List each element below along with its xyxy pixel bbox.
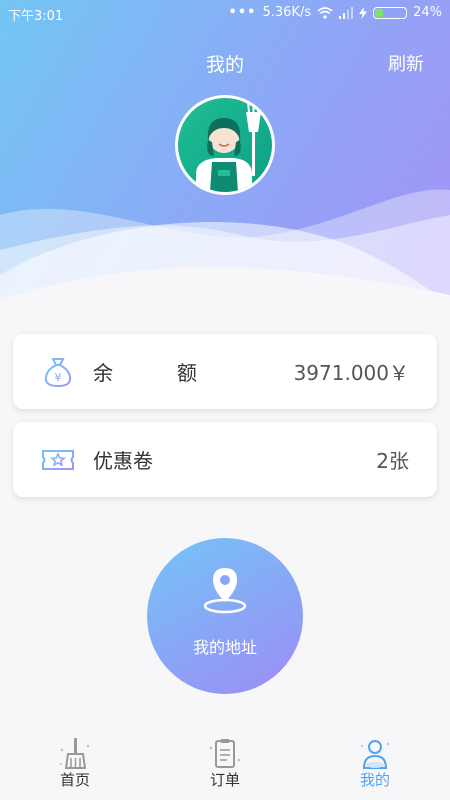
balance-label: 余 额 <box>93 361 219 385</box>
avatar[interactable] <box>175 95 275 195</box>
more-dots-icon: ••• <box>228 5 257 20</box>
bottom-tab-bar: 首页 订单 我的 <box>0 730 450 800</box>
location-pin-icon <box>203 568 247 614</box>
charging-icon <box>359 6 368 19</box>
battery-icon <box>373 6 408 19</box>
profile-header: 下午3:01 ••• 5.36K/s 24% 我的 刷新 <box>0 0 450 322</box>
wifi-icon <box>317 6 333 19</box>
signal-icon <box>339 6 354 19</box>
ticket-icon <box>42 449 74 470</box>
housekeeper-avatar-icon <box>196 101 261 192</box>
page-title: 我的 <box>205 54 244 76</box>
tab-home-label: 首页 <box>59 771 90 789</box>
refresh-button[interactable]: 刷新 <box>388 50 424 76</box>
coupon-value: 2张 <box>376 449 409 473</box>
balance-value: 3971.000￥ <box>293 361 409 385</box>
tab-home[interactable]: 首页 <box>0 730 150 800</box>
coupon-card[interactable]: 优惠卷 2张 <box>13 422 437 497</box>
network-speed: 5.36K/s <box>262 5 312 20</box>
battery-percent: 24% <box>413 5 442 20</box>
clipboard-icon <box>209 739 241 768</box>
coupon-label: 优惠卷 <box>93 449 153 473</box>
status-time: 下午3:01 <box>8 9 64 24</box>
tab-orders-label: 订单 <box>209 771 240 789</box>
my-address-button[interactable]: 我的地址 <box>147 538 303 694</box>
my-address-label: 我的地址 <box>192 638 257 657</box>
svg-text:¥: ¥ <box>55 371 62 384</box>
tab-mine-label: 我的 <box>359 771 390 789</box>
status-bar: 下午3:01 ••• 5.36K/s 24% <box>0 0 450 26</box>
person-icon <box>360 740 390 769</box>
tab-mine[interactable]: 我的 <box>300 730 450 800</box>
tab-orders[interactable]: 订单 <box>150 730 300 800</box>
balance-card[interactable]: ¥ 余 额 3971.000￥ <box>13 334 437 409</box>
money-bag-icon: ¥ <box>44 357 72 387</box>
broom-icon <box>60 738 90 769</box>
